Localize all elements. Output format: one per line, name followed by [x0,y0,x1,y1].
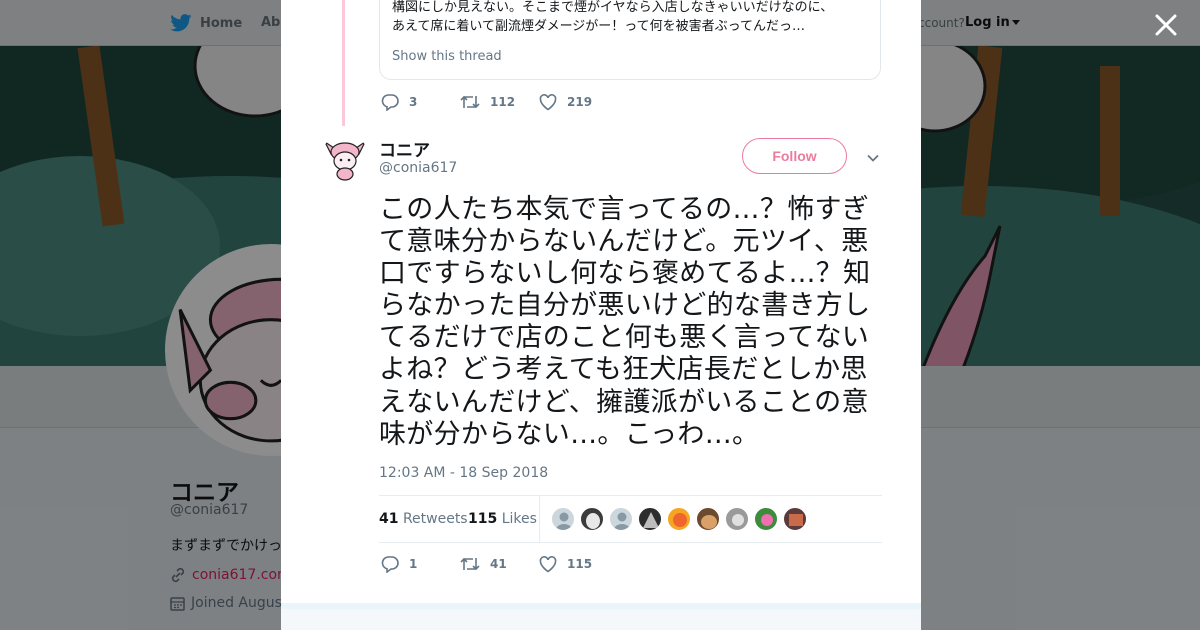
retweet-count: 112 [490,95,516,109]
liker-avatar[interactable] [551,507,575,531]
quoted-text-line-2: あえて席に着いて副流煙ダメージがー！って何を被害者ぶってんだっ… [392,19,806,34]
liker-avatar[interactable] [696,507,720,531]
parent-tweet-actions: 3 112 219 [381,92,618,112]
like-stat-label: Likes [501,511,537,527]
show-thread-link[interactable]: Show this thread [392,49,502,64]
reply-count: 1 [409,557,418,571]
quoted-tweet-card[interactable]: 構図にしか見えない。そこまで煙がイヤなら入店しなきゃいいだけなのに、 あえて席に… [379,0,881,80]
reply-icon [381,94,399,111]
like-count: 115 [567,557,593,571]
tweet-stats: 41 Retweets 115 Likes [379,495,882,543]
retweet-stat-count: 41 [379,511,399,527]
like-button[interactable]: 219 [539,93,618,111]
retweet-stat-label: Retweets [402,511,468,527]
chevron-down-icon[interactable] [865,150,881,166]
tweet-author-avatar[interactable] [321,134,369,182]
retweet-count: 41 [490,557,507,571]
retweet-icon [460,557,480,571]
liker-avatars [551,507,807,531]
like-stat[interactable]: 115 Likes [468,511,537,527]
liker-avatar[interactable] [638,507,662,531]
reply-count: 3 [409,95,418,109]
reply-button[interactable]: 3 [381,93,460,111]
like-stat-count: 115 [468,511,498,527]
liker-avatar[interactable] [609,507,633,531]
heart-icon [539,93,557,110]
tweet-text: この人たち本気で言ってるの…？怖すぎて意味分からないんだけど。元ツイ、悪口ですら… [379,194,871,450]
tweet-author-name[interactable]: コニア [379,136,430,161]
retweet-stat[interactable]: 41 Retweets [379,511,468,527]
heart-icon [539,555,557,572]
like-count: 219 [567,95,593,109]
tweet-modal: 構図にしか見えない。そこまで煙がイヤなら入店しなきゃいいだけなのに、 あえて席に… [281,0,921,630]
quoted-text-line-1: 構図にしか見えない。そこまで煙がイヤなら入店しなきゃいいだけなのに、 [392,0,834,15]
liker-avatar[interactable] [725,507,749,531]
tweet-author-handle[interactable]: @conia617 [379,160,457,176]
reply-icon [381,556,399,573]
retweet-button[interactable]: 41 [460,555,539,573]
follow-button[interactable]: Follow [742,138,847,174]
thread-line [342,0,345,126]
liker-avatar[interactable] [783,507,807,531]
liker-avatar[interactable] [754,507,778,531]
liker-avatar[interactable] [667,507,691,531]
stats-divider [539,496,540,542]
tweet-actions: 1 41 115 [381,554,618,574]
liker-avatar[interactable] [580,507,604,531]
retweet-icon [460,95,480,109]
like-button[interactable]: 115 [539,555,618,573]
close-icon[interactable] [1153,12,1179,38]
retweet-button[interactable]: 112 [460,93,539,111]
tweet-timestamp[interactable]: 12:03 AM - 18 Sep 2018 [379,465,548,481]
modal-footer [281,603,921,630]
reply-button[interactable]: 1 [381,555,460,573]
quoted-tweet-text: 構図にしか見えない。そこまで煙がイヤなら入店しなきゃいいだけなのに、 あえて席に… [392,0,868,36]
